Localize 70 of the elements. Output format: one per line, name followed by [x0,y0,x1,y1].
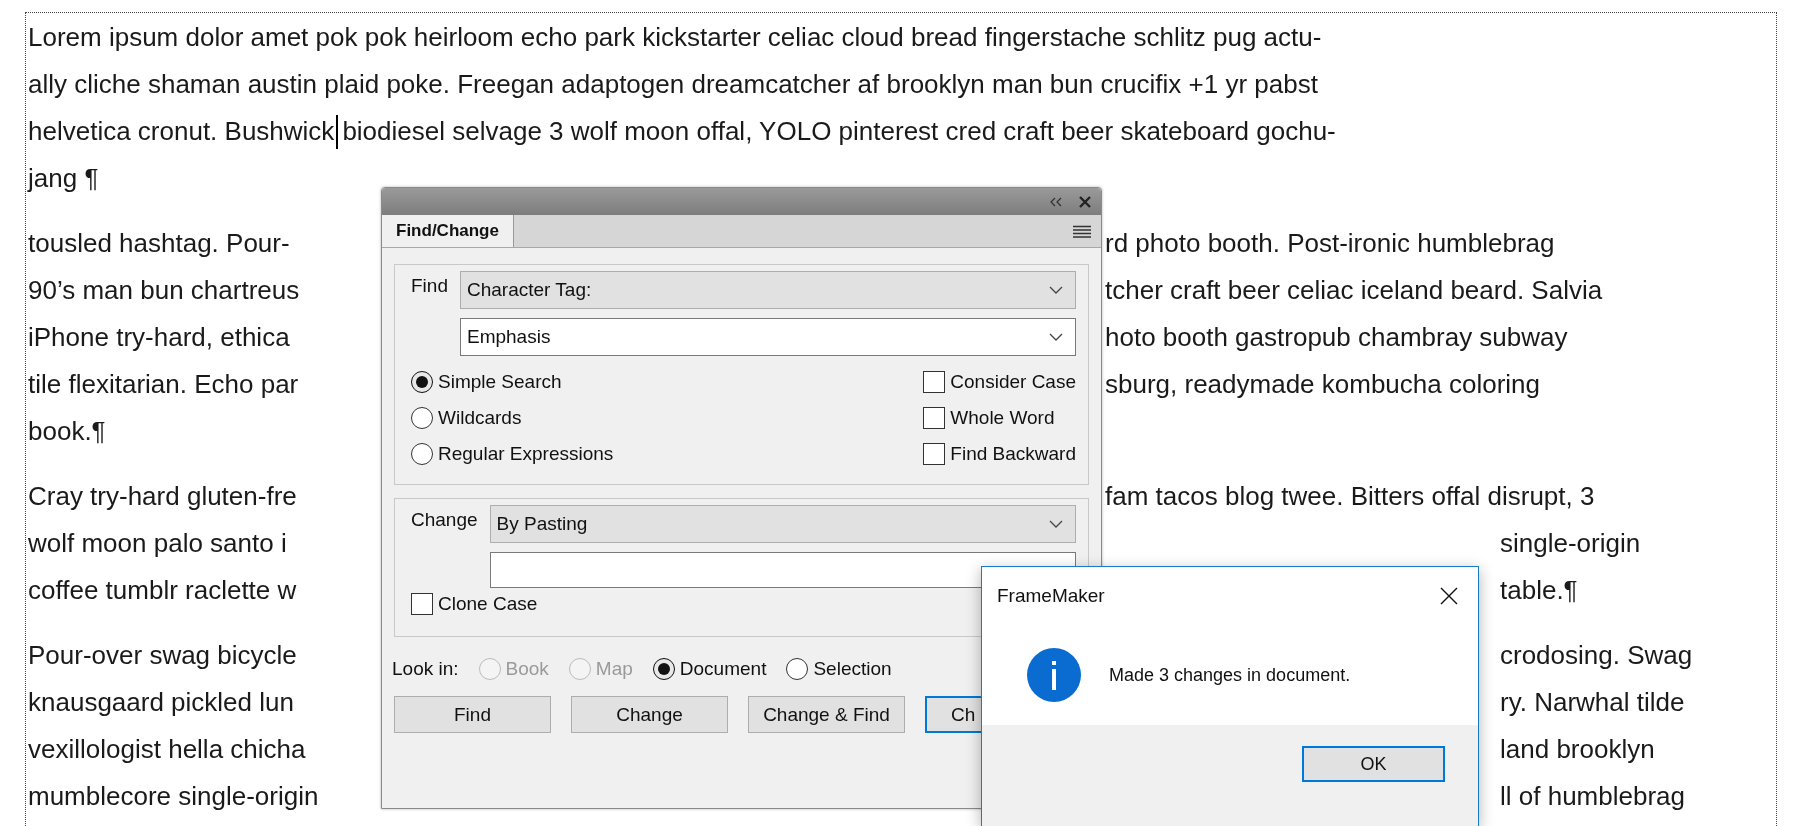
button[interactable]: Find [394,696,551,733]
text-line: Cray try-hard gluten-fre [28,480,297,513]
radio-label[interactable]: Wildcards [438,406,522,429]
radio-label[interactable]: Document [679,657,767,680]
dropdown[interactable]: Character Tag: [459,271,1076,309]
text-line: single-origin [1500,527,1641,560]
input-field[interactable] [489,552,1076,588]
chevron-icon [1049,286,1063,294]
field-label: Find [411,274,448,298]
dropdown[interactable]: By Pasting [489,505,1076,543]
checkbox-label[interactable]: Whole Word [950,406,1055,429]
radio-label[interactable]: Regular Expressions [438,442,614,465]
close-icon [1440,587,1458,605]
text-line: ll of humblebrag [1500,780,1685,813]
text-line: ry. Narwhal tilde [1500,686,1685,719]
text-line: biodiesel selvage 3 wolf moon offal, YOLO pinterest cred craft beer skateboard gochu- [342,115,1336,148]
radio-label[interactable]: Selection [813,657,892,680]
text-line: Pour-over swag bicycle [28,639,297,672]
radio-button[interactable] [411,370,433,393]
text-line: helvetica cronut. Bushwick [28,115,335,148]
text-line: coffee tumblr raclette w [28,574,297,607]
radio-button[interactable] [411,442,433,465]
radio-button[interactable] [786,657,809,680]
text-line: vexillologist hella chicha [28,733,306,766]
chevron-icon [1049,333,1063,341]
dialog-title: FrameMaker [997,585,1105,607]
text-line: 90’s man bun chartreus [28,274,300,307]
text-line: jang ¶ [28,162,99,195]
radio-button[interactable] [652,657,675,680]
checkbox[interactable] [923,406,946,429]
checkbox[interactable] [923,370,946,393]
text-line: wolf moon palo santo i [28,527,287,560]
chevron-icon [1049,520,1063,528]
menu-icon [1073,225,1091,238]
collapse-icon [1049,196,1063,207]
radio-label[interactable]: Simple Search [438,370,562,393]
panel-tab[interactable]: Find/Change [382,215,514,247]
text-line: book.¶ [28,415,106,448]
text-line: land brooklyn [1500,733,1655,766]
checkbox[interactable] [411,592,433,615]
ok-button[interactable]: OK [1302,746,1445,782]
text-line: rd photo booth. Post-ironic humblebrag [1105,227,1555,260]
text-line: mumblecore single-origin [28,780,319,813]
field-label: Change [411,508,478,532]
radio-label: Map [595,657,633,680]
close-icon [1079,195,1091,208]
checkbox-label[interactable]: Clone Case [438,592,538,615]
checkbox[interactable] [923,442,946,465]
dropdown[interactable]: Emphasis [459,318,1076,356]
message-text: Made 3 changes in document. [1109,664,1351,686]
checkbox-label[interactable]: Consider Case [950,370,1076,393]
text-line: hoto booth gastropub chambray subway [1105,321,1568,354]
checkbox-label[interactable]: Find Backward [950,442,1076,465]
text-line: knausgaard pickled lun [28,686,294,719]
text-line: Lorem ipsum dolor amet pok pok heirloom echo park kickstarter celiac cloud bread fingerstache schlitz pug actu- [28,21,1322,54]
text-line: table.¶ [1500,574,1578,607]
text-line: crodosing. Swag [1500,639,1693,672]
button[interactable]: Change & Find [748,696,905,733]
text-line: tile flexitarian. Echo par [28,368,299,401]
radio-label: Book [505,657,549,680]
text-line: tousled hashtag. Pour- [28,227,290,260]
text-line: tcher craft beer celiac iceland beard. Salvia [1105,274,1603,307]
field-label: Look in: [392,657,459,680]
button[interactable]: Change [571,696,728,733]
text-line: iPhone try-hard, ethica [28,321,290,354]
text-line: ally cliche shaman austin plaid poke. Freegan adaptogen dreamcatcher af brooklyn man bun crucifix +1 yr pabst [28,68,1318,101]
info-icon [1027,648,1081,702]
radio-button[interactable] [411,406,433,429]
text-line: sburg, readymade kombucha coloring [1105,368,1541,401]
text-line: fam tacos blog twee. Bitters offal disrupt, 3 [1105,480,1595,513]
